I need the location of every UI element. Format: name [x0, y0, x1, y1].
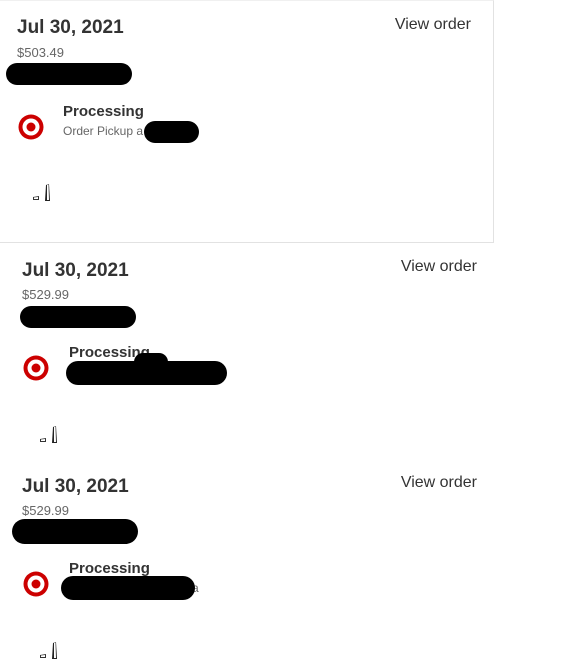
view-order-link[interactable]: View order: [401, 258, 477, 276]
order-total: $529.99: [22, 287, 69, 302]
redaction-mark: [20, 306, 136, 328]
order-date: Jul 30, 2021: [17, 17, 124, 38]
console-product-icon[interactable]: [38, 425, 60, 445]
order-card: Jul 30, 2021 $529.99 View order Processi…: [5, 243, 495, 459]
order-card: Jul 30, 2021 $529.99 View order Processi…: [5, 459, 495, 670]
order-card: Jul 30, 2021 $503.49 View order Processi…: [0, 0, 494, 243]
order-status: Processing: [69, 560, 150, 577]
target-logo-icon: [18, 114, 44, 140]
redaction-mark: [6, 63, 132, 85]
order-total: $529.99: [22, 503, 69, 518]
target-logo-icon: [23, 571, 49, 597]
order-total: $503.49: [17, 45, 64, 60]
order-status: Processing: [63, 103, 144, 120]
view-order-link[interactable]: View order: [401, 474, 477, 492]
order-date: Jul 30, 2021: [22, 476, 129, 497]
console-product-icon[interactable]: [38, 641, 60, 661]
view-order-link[interactable]: View order: [395, 16, 471, 34]
order-status-detail: Order Pickup a: [63, 124, 144, 138]
redaction-mark: [144, 121, 199, 143]
order-date: Jul 30, 2021: [22, 260, 129, 281]
target-logo-icon: [23, 355, 49, 381]
redaction-mark: [61, 576, 195, 600]
redaction-mark: [12, 519, 138, 544]
redaction-mark: [134, 353, 168, 371]
console-product-icon[interactable]: [31, 183, 53, 203]
